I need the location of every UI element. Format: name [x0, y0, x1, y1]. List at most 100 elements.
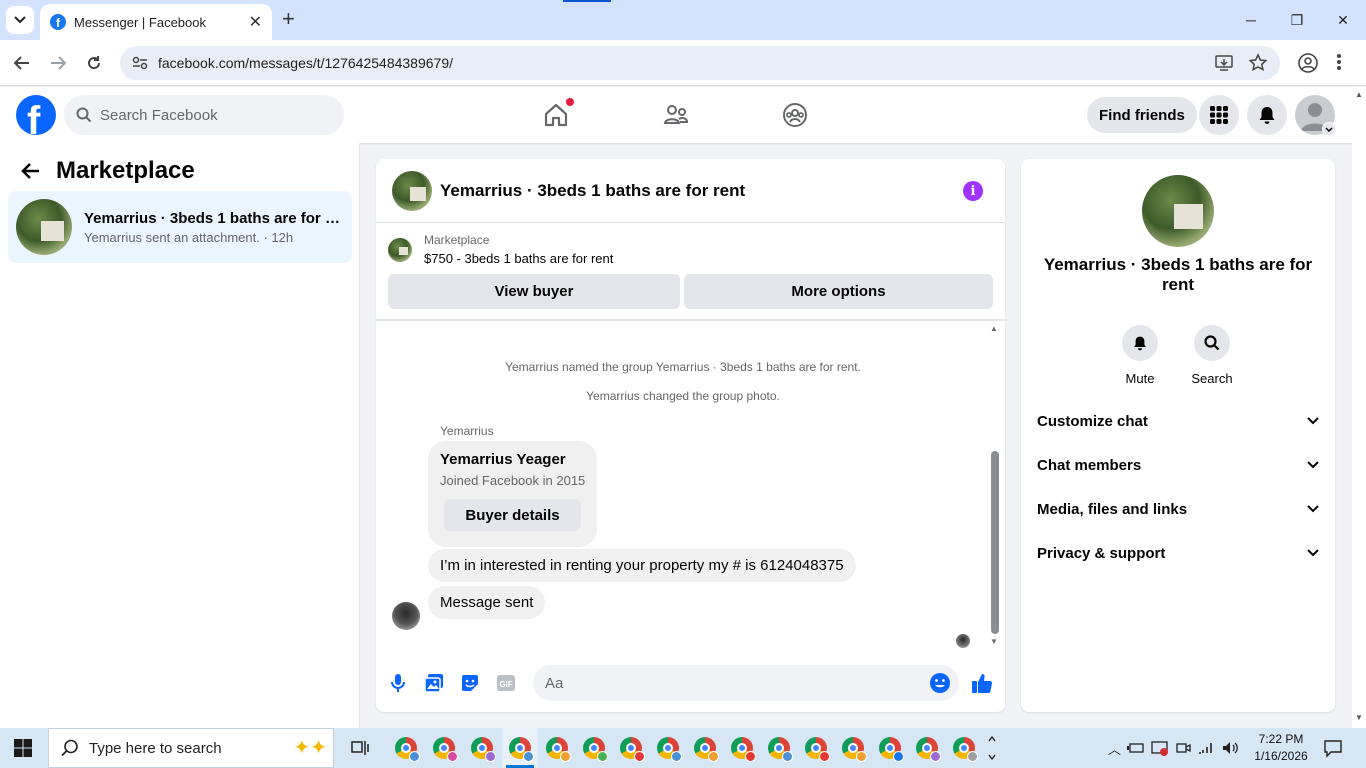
message-input-field[interactable]	[533, 665, 959, 701]
chat-members-row[interactable]: Chat members	[1037, 445, 1319, 485]
chrome-taskbar-icon[interactable]	[765, 734, 793, 762]
security-alert-icon[interactable]	[1151, 740, 1169, 756]
wifi-icon[interactable]	[1197, 740, 1215, 756]
chrome-taskbar-icon[interactable]	[580, 734, 608, 762]
page-scrollbar[interactable]: ▲ ▼	[1352, 87, 1366, 728]
chrome-taskbar-icon[interactable]	[543, 734, 571, 762]
group-avatar[interactable]	[1142, 175, 1214, 247]
nav-friends[interactable]	[662, 101, 690, 129]
taskbar-search-input[interactable]	[89, 739, 259, 757]
sticker-icon[interactable]	[459, 672, 481, 694]
back-arrow-icon[interactable]	[20, 162, 40, 180]
chrome-taskbar-icon[interactable]	[691, 734, 719, 762]
photo-icon[interactable]	[423, 672, 445, 694]
reload-icon	[88, 56, 101, 70]
emoji-icon[interactable]	[929, 672, 951, 694]
media-files-links-row[interactable]: Media, files and links	[1037, 489, 1319, 529]
facebook-search[interactable]	[64, 95, 344, 135]
chrome-taskbar-icon[interactable]	[654, 734, 682, 762]
minimize-button[interactable]: ─	[1228, 0, 1274, 40]
browser-menu-icon[interactable]	[1336, 52, 1342, 72]
restore-button[interactable]: ❐	[1274, 0, 1320, 40]
notifications-button[interactable]	[1247, 95, 1287, 135]
tab-search-button[interactable]	[6, 6, 34, 34]
sender-avatar[interactable]	[392, 602, 420, 630]
more-options-button[interactable]: More options	[684, 274, 993, 309]
chat-title[interactable]: Yemarrius · 3beds 1 baths are for rent	[440, 181, 745, 201]
chrome-taskbar-icon[interactable]	[506, 734, 534, 762]
buyer-joined: Joined Facebook in 2015	[440, 473, 586, 488]
chevron-down-icon	[14, 16, 26, 24]
buyer-name: Yemarrius Yeager	[440, 451, 566, 468]
taskbar-clock[interactable]: 7:22 PM 1/16/2026	[1248, 731, 1314, 765]
scroll-up-icon[interactable]: ▲	[1355, 90, 1363, 99]
sparkle-icon: ✦✦	[293, 737, 327, 759]
nav-home[interactable]	[542, 98, 574, 129]
chrome-taskbar-icon[interactable]	[728, 734, 756, 762]
chat-scrollbar[interactable]: ▲ ▼	[989, 324, 1001, 649]
chrome-taskbar-icon[interactable]	[950, 734, 978, 762]
chat-details-panel: Yemarrius · 3beds 1 baths are for rent M…	[1021, 159, 1335, 712]
conversation-item[interactable]: Yemarrius · 3beds 1 baths are for r... Y…	[8, 191, 352, 263]
back-button[interactable]	[10, 51, 34, 75]
customize-chat-row[interactable]: Customize chat	[1037, 401, 1319, 441]
chrome-taskbar-icon[interactable]	[468, 734, 496, 762]
address-bar[interactable]: facebook.com/messages/t/1276425484389679…	[120, 46, 1280, 80]
clock-time: 7:22 PM	[1258, 732, 1304, 746]
scroll-up-icon[interactable]: ▲	[990, 324, 998, 333]
task-view-icon[interactable]	[350, 738, 370, 758]
facebook-logo[interactable]: f	[16, 95, 56, 135]
menu-button[interactable]	[1199, 95, 1239, 135]
nav-groups[interactable]	[781, 101, 809, 129]
meet-now-icon[interactable]	[1175, 740, 1191, 756]
buyer-details-button[interactable]: Buyer details	[444, 499, 581, 531]
windows-start-icon[interactable]	[14, 739, 32, 757]
message-bubble[interactable]: I’m in interested in renting your proper…	[428, 549, 856, 582]
forward-button[interactable]	[46, 51, 70, 75]
chrome-taskbar-icon[interactable]	[802, 734, 830, 762]
chrome-taskbar-icon[interactable]	[617, 734, 645, 762]
show-hidden-icons-icon[interactable]: ︿	[1108, 739, 1121, 758]
chat-avatar[interactable]	[392, 170, 432, 211]
listing-price: $750 - 3beds 1 baths are for rent	[424, 251, 614, 266]
chrome-taskbar-icon[interactable]	[392, 734, 420, 762]
mute-action[interactable]: Mute	[1110, 325, 1170, 386]
account-chevron-icon[interactable]	[1322, 122, 1336, 136]
chrome-taskbar-icon[interactable]	[876, 734, 904, 762]
chevron-down-icon	[1307, 417, 1319, 425]
new-tab-button[interactable]: +	[282, 8, 295, 30]
browser-tab[interactable]: f Messenger | Facebook ✕	[40, 4, 272, 40]
taskbar-overflow-icon[interactable]	[987, 732, 997, 764]
browser-profile-icon[interactable]	[1297, 52, 1319, 74]
close-window-button[interactable]: ✕	[1320, 0, 1366, 40]
system-message: Yemarrius changed the group photo.	[586, 389, 780, 403]
scroll-down-icon[interactable]: ▼	[990, 637, 998, 646]
chrome-taskbar-icon[interactable]	[839, 734, 867, 762]
find-friends-button[interactable]: Find friends	[1087, 97, 1197, 133]
message-bubble[interactable]: Message sent	[428, 586, 546, 619]
notification-center-icon[interactable]	[1323, 738, 1343, 758]
battery-icon[interactable]	[1127, 741, 1145, 755]
reload-button[interactable]	[82, 51, 106, 75]
scroll-down-icon[interactable]: ▼	[1355, 713, 1363, 722]
scrollbar-thumb[interactable]	[991, 451, 999, 634]
conversation-list-panel: Marketplace Yemarrius · 3beds 1 baths ar…	[0, 143, 360, 728]
like-icon[interactable]	[971, 672, 993, 694]
message-input[interactable]	[545, 674, 915, 692]
view-buyer-button[interactable]: View buyer	[388, 274, 680, 309]
bookmark-star-icon[interactable]	[1248, 53, 1268, 73]
volume-icon[interactable]	[1221, 740, 1239, 756]
chrome-taskbar-icon[interactable]	[913, 734, 941, 762]
taskbar-search[interactable]: ✦✦	[48, 728, 334, 768]
search-action[interactable]: Search	[1182, 325, 1242, 386]
message-composer: GIF	[376, 659, 1005, 707]
info-icon[interactable]: i	[963, 181, 983, 201]
privacy-support-row[interactable]: Privacy & support	[1037, 533, 1319, 573]
facebook-search-input[interactable]	[100, 106, 320, 124]
gif-icon[interactable]: GIF	[495, 672, 517, 694]
install-app-icon[interactable]	[1214, 53, 1234, 73]
microphone-icon[interactable]	[387, 672, 409, 694]
tab-close-icon[interactable]: ✕	[249, 12, 262, 32]
site-info-icon[interactable]	[130, 53, 150, 73]
chrome-taskbar-icon[interactable]	[430, 734, 458, 762]
